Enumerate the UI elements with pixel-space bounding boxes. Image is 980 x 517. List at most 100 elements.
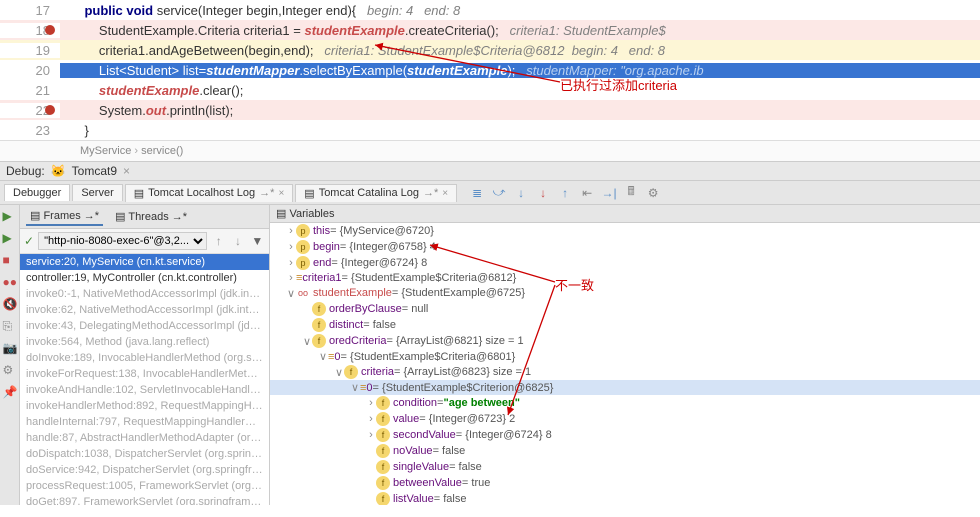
frame-item[interactable]: processRequest:1005, FrameworkServlet (o… (20, 478, 269, 494)
variable-row[interactable]: fbetweenValue = true (270, 475, 980, 491)
frame-item[interactable]: doService:942, DispatcherServlet (org.sp… (20, 462, 269, 478)
stop-icon[interactable]: ■ (3, 253, 17, 267)
gutter[interactable]: 23 (0, 123, 60, 138)
tab-catalina-log[interactable]: ▤Tomcat Catalina Log→*× (295, 184, 457, 202)
dump-icon[interactable]: ⎘ (3, 319, 17, 333)
variable-row[interactable]: ›fvalue = {Integer@6723} 2 (270, 411, 980, 427)
gutter[interactable]: 20 (0, 63, 60, 78)
expand-arrow[interactable]: › (286, 257, 296, 269)
pin-icon[interactable]: 📌 (3, 385, 17, 399)
gutter[interactable]: 21 (0, 83, 60, 98)
frame-item[interactable]: invokeAndHandle:102, ServletInvocableHan… (20, 382, 269, 398)
frame-item[interactable]: invoke:564, Method (java.lang.reflect) (20, 334, 269, 350)
expand-arrow[interactable]: ∨ (350, 381, 360, 394)
rerun-icon[interactable]: ▶ (3, 209, 17, 223)
frame-item[interactable]: invoke:43, DelegatingMethodAccessorImpl … (20, 318, 269, 334)
breakpoint-icon[interactable] (45, 25, 55, 35)
close-icon[interactable]: × (278, 188, 284, 199)
breakpoint-icon[interactable] (45, 105, 55, 115)
frame-item[interactable]: handleInternal:797, RequestMappingHandle… (20, 414, 269, 430)
variable-row[interactable]: ›≡ criteria1 = {StudentExample$Criteria@… (270, 271, 980, 285)
prev-frame-icon[interactable]: ↑ (211, 233, 226, 249)
frame-item[interactable]: invoke0:-1, NativeMethodAccessorImpl (jd… (20, 286, 269, 302)
frame-item[interactable]: controller:19, MyController (cn.kt.contr… (20, 270, 269, 286)
expand-arrow[interactable]: ∨ (302, 335, 312, 348)
code-content[interactable]: List<Student> list=studentMapper.selectB… (60, 63, 980, 78)
step-over-icon[interactable]: ⤻ (491, 185, 507, 201)
run-to-cursor-icon[interactable]: →| (601, 185, 617, 201)
camera-icon[interactable]: 📷 (3, 341, 17, 355)
filter-icon[interactable]: ▼ (250, 233, 265, 249)
frame-item[interactable]: doInvoke:189, InvocableHandlerMethod (or… (20, 350, 269, 366)
code-content[interactable]: } (60, 123, 980, 138)
code-line[interactable]: 21 studentExample.clear(); (0, 80, 980, 100)
gutter[interactable]: 22 (0, 103, 60, 118)
gutter[interactable]: 17 (0, 3, 60, 18)
code-content[interactable]: criteria1.andAgeBetween(begin,end); crit… (60, 43, 980, 58)
variables-list[interactable]: ›pthis = {MyService@6720}›pbegin = {Inte… (270, 223, 980, 505)
settings2-icon[interactable]: ⚙ (3, 363, 17, 377)
gutter[interactable]: 18 (0, 23, 60, 38)
code-line[interactable]: 18 StudentExample.Criteria criteria1 = s… (0, 20, 980, 40)
layout-icon[interactable]: ≣ (469, 185, 485, 201)
frame-item[interactable]: handle:87, AbstractHandlerMethodAdapter … (20, 430, 269, 446)
expand-arrow[interactable]: ∨ (318, 350, 328, 363)
code-line[interactable]: 23 } (0, 120, 980, 140)
variable-row[interactable]: ›pend = {Integer@6724} 8 (270, 255, 980, 271)
code-line[interactable]: 22 System.out.println(list); (0, 100, 980, 120)
settings-icon[interactable]: ⚙ (645, 185, 661, 201)
frame-item[interactable]: invokeForRequest:138, InvocableHandlerMe… (20, 366, 269, 382)
mute-icon[interactable]: 🔇 (3, 297, 17, 311)
code-content[interactable]: studentExample.clear(); (60, 83, 980, 98)
expand-arrow[interactable]: ∨ (334, 366, 344, 379)
close-icon[interactable]: × (442, 188, 448, 199)
threads-tab[interactable]: ▤ Threads →* (111, 208, 191, 225)
step-out-icon[interactable]: ↑ (557, 185, 573, 201)
run-config[interactable]: Tomcat9 (72, 164, 117, 178)
variable-row[interactable]: ∨≡ 0 = {StudentExample$Criteria@6801} (270, 349, 980, 364)
variable-row[interactable]: ∨foredCriteria = {ArrayList@6821} size =… (270, 333, 980, 349)
thread-selector[interactable]: ✓ "http-nio-8080-exec-6"@3,2... ↑ ↓ ▼ (20, 229, 269, 254)
frame-item[interactable]: service:20, MyService (cn.kt.service) (20, 254, 269, 270)
next-frame-icon[interactable]: ↓ (230, 233, 245, 249)
force-step-into-icon[interactable]: ↓ (535, 185, 551, 201)
close-icon[interactable]: × (123, 164, 130, 178)
variable-row[interactable]: ›pthis = {MyService@6720} (270, 223, 980, 239)
gutter[interactable]: 19 (0, 43, 60, 58)
code-line[interactable]: 17 public void service(Integer begin,Int… (0, 0, 980, 20)
code-line[interactable]: 20 List<Student> list=studentMapper.sele… (0, 60, 980, 80)
frame-item[interactable]: doGet:897, FrameworkServlet (org.springf… (20, 494, 269, 505)
variable-row[interactable]: forderByClause = null (270, 301, 980, 317)
expand-arrow[interactable]: › (366, 429, 376, 441)
variable-row[interactable]: fdistinct = false (270, 317, 980, 333)
step-into-icon[interactable]: ↓ (513, 185, 529, 201)
code-content[interactable]: public void service(Integer begin,Intege… (60, 3, 980, 18)
code-content[interactable]: System.out.println(list); (60, 103, 980, 118)
tab-debugger[interactable]: Debugger (4, 184, 70, 201)
drop-frame-icon[interactable]: ⇤ (579, 185, 595, 201)
variable-row[interactable]: flistValue = false (270, 491, 980, 505)
code-editor[interactable]: 17 public void service(Integer begin,Int… (0, 0, 980, 140)
expand-arrow[interactable]: › (366, 413, 376, 425)
variable-row[interactable]: ∨≡ 0 = {StudentExample$Criterion@6825} (270, 380, 980, 395)
frames-tab[interactable]: ▤ Frames →* (26, 207, 103, 226)
frames-list[interactable]: service:20, MyService (cn.kt.service)con… (20, 254, 269, 505)
variable-row[interactable]: ›fcondition = "age between" (270, 395, 980, 411)
variable-row[interactable]: ∨fcriteria = {ArrayList@6823} size = 1 (270, 364, 980, 380)
expand-arrow[interactable]: ∨ (286, 287, 296, 300)
breadcrumb-class[interactable]: MyService (80, 145, 131, 157)
tab-server[interactable]: Server (72, 184, 122, 201)
variable-row[interactable]: fsingleValue = false (270, 459, 980, 475)
variable-row[interactable]: ›pbegin = {Integer@6758} 4 (270, 239, 980, 255)
breadcrumb-method[interactable]: service() (134, 145, 183, 157)
frame-item[interactable]: invoke:62, NativeMethodAccessorImpl (jdk… (20, 302, 269, 318)
expand-arrow[interactable]: › (286, 241, 296, 253)
expand-arrow[interactable]: › (286, 272, 296, 284)
frame-item[interactable]: invokeHandlerMethod:892, RequestMappingH… (20, 398, 269, 414)
code-content[interactable]: StudentExample.Criteria criteria1 = stud… (60, 23, 980, 38)
tab-localhost-log[interactable]: ▤Tomcat Localhost Log→*× (125, 184, 294, 202)
expand-arrow[interactable]: › (286, 225, 296, 237)
thread-dropdown[interactable]: "http-nio-8080-exec-6"@3,2... (38, 232, 207, 250)
code-line[interactable]: 19 criteria1.andAgeBetween(begin,end); c… (0, 40, 980, 60)
frame-item[interactable]: doDispatch:1038, DispatcherServlet (org.… (20, 446, 269, 462)
